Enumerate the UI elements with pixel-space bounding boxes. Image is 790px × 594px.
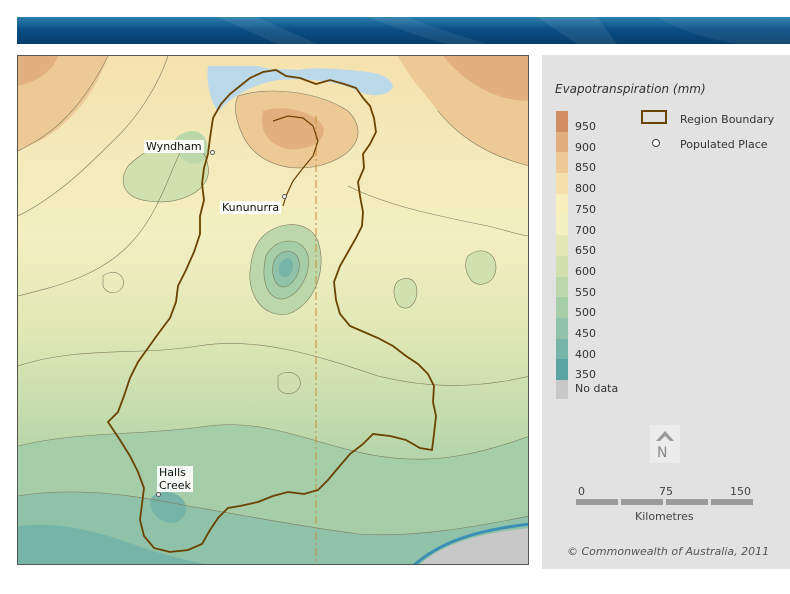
legend-label-850: 850 xyxy=(575,161,596,175)
legend-label-600: 600 xyxy=(575,264,596,278)
place-dot-halls-creek xyxy=(156,492,161,497)
legend-label-750: 750 xyxy=(575,202,596,216)
legend-swatch-400 xyxy=(556,338,568,360)
north-label: N xyxy=(657,445,668,461)
legend-label-350: 350 xyxy=(575,368,596,382)
legend-label-950: 950 xyxy=(575,120,596,133)
legend-swatch-600 xyxy=(556,255,568,277)
scale-segment xyxy=(576,499,618,505)
place-label-wyndham: Wyndham xyxy=(144,140,204,153)
legend-swatch-no-data xyxy=(556,379,568,399)
legend-label-900: 900 xyxy=(575,140,596,154)
region-boundary-legend-label: Region Boundary xyxy=(680,113,775,126)
legend-swatch-900 xyxy=(556,131,568,153)
legend-swatch-800 xyxy=(556,173,568,194)
scale-segment xyxy=(621,499,663,505)
legend-swatch-850 xyxy=(556,152,568,174)
place-label-halls-creek: Halls Creek xyxy=(157,466,193,492)
legend-label-no-data: No data xyxy=(575,382,619,396)
legend-title: Evapotranspiration (mm) xyxy=(555,82,706,96)
place-dot-wyndham xyxy=(210,150,215,155)
legend-label-450: 450 xyxy=(575,327,596,340)
scale-segment xyxy=(666,499,708,505)
scale-tick-0: 0 xyxy=(578,485,585,498)
legend-label-650: 650 xyxy=(575,244,596,258)
legend-swatch-950 xyxy=(556,111,568,132)
scale-tick-75: 75 xyxy=(659,485,673,498)
copyright-notice: © Commonwealth of Australia, 2011 xyxy=(567,545,770,558)
legend-label-500: 500 xyxy=(575,306,596,320)
legend-label-700: 700 xyxy=(575,223,596,237)
legend-swatch-500 xyxy=(556,297,568,318)
map-view[interactable]: Wyndham Kununurra Halls Creek xyxy=(17,55,529,565)
place-label-kununurra: Kununurra xyxy=(220,201,282,214)
legend-swatch-700 xyxy=(556,214,568,236)
color-ramp xyxy=(556,111,568,399)
legend-label-400: 400 xyxy=(575,347,596,361)
banner-watermark xyxy=(217,17,790,44)
place-dot-kununurra xyxy=(282,194,287,199)
region-boundary-swatch xyxy=(641,110,667,124)
legend-swatch-550 xyxy=(556,276,568,298)
legend-label-550: 550 xyxy=(575,285,596,299)
scale-tick-150: 150 xyxy=(730,485,751,498)
legend-swatch-650 xyxy=(556,235,568,256)
evapotranspiration-map[interactable] xyxy=(18,56,529,565)
legend-panel: Evapotranspiration (mm) 950 900 850 800 750 7… xyxy=(542,55,790,569)
legend-swatch-450 xyxy=(556,317,568,339)
populated-place-symbol xyxy=(652,139,660,147)
header-banner xyxy=(17,17,790,44)
legend-swatch-350 xyxy=(556,359,568,380)
legend-label-800: 800 xyxy=(575,182,596,196)
scale-segment xyxy=(711,499,753,505)
scale-unit-label: Kilometres xyxy=(635,510,694,523)
populated-place-legend-label: Populated Place xyxy=(680,138,768,151)
legend-swatch-750 xyxy=(556,193,568,215)
